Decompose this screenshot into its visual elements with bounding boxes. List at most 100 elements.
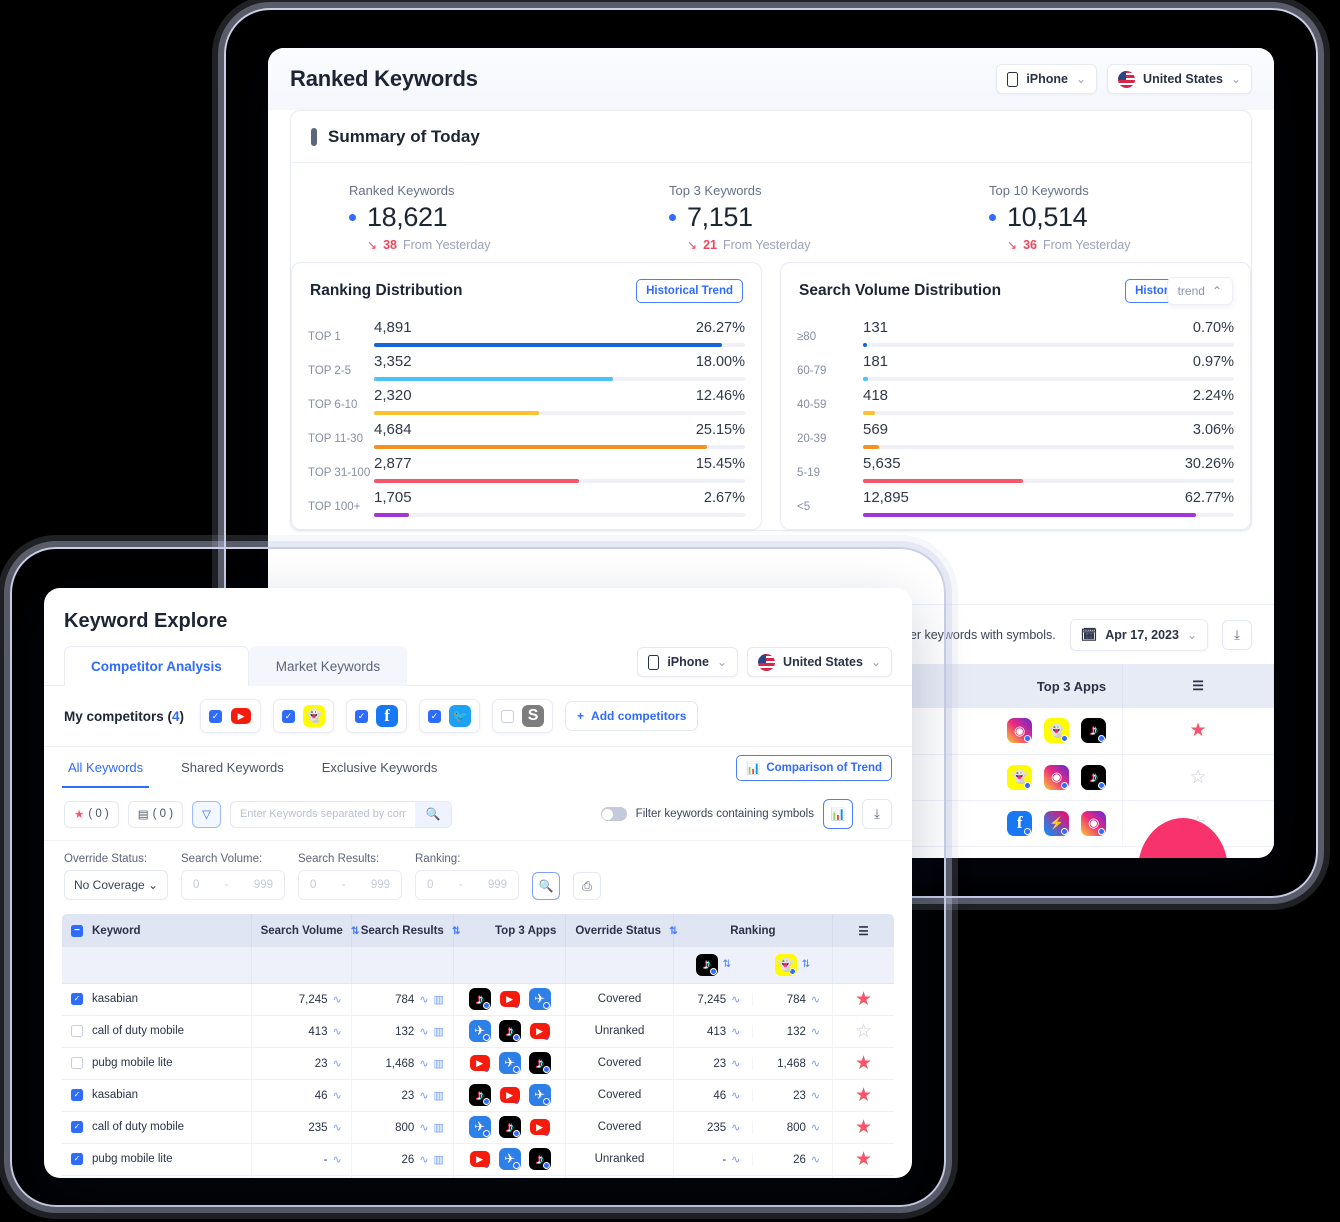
trend-collapse-button[interactable]: trend ⌃ — [1167, 277, 1233, 305]
star-icon[interactable]: ★ — [855, 1085, 872, 1106]
date-picker[interactable]: 🗓 Apr 17, 2023 ⌄ — [1070, 619, 1208, 651]
cell-star[interactable]: ★ — [833, 983, 894, 1015]
competitor-checkbox[interactable] — [282, 710, 295, 723]
competitor-chip-twitter[interactable] — [419, 699, 480, 733]
bg-col-menu[interactable]: ☰ — [1123, 664, 1274, 708]
star-icon[interactable]: ☆ — [855, 1021, 872, 1042]
row-checkbox[interactable] — [71, 1025, 83, 1037]
sparkline-icon[interactable]: ∿ — [731, 994, 740, 1006]
cell-star[interactable]: ☆ — [833, 1015, 894, 1047]
col-search-results[interactable]: Search Results ⇅ — [351, 914, 453, 947]
star-icon[interactable]: ★ — [855, 1117, 872, 1138]
competitor-chip-s-app[interactable] — [492, 699, 553, 733]
search-volume-range-input[interactable]: 0 - 999 — [181, 870, 285, 900]
search-input[interactable] — [231, 802, 415, 827]
add-competitors-button[interactable]: + Add competitors — [565, 701, 698, 731]
sparkline-icon[interactable]: ∿ — [333, 994, 342, 1006]
star-icon[interactable]: ★ — [855, 1149, 872, 1170]
col-search-volume[interactable]: Search Volume ⇅ — [251, 914, 351, 947]
competitor-checkbox[interactable] — [501, 710, 514, 723]
sparkline-icon[interactable]: ∿ — [419, 1090, 428, 1102]
row-checkbox[interactable] — [71, 1153, 83, 1165]
search-icon[interactable]: 🔍 — [415, 802, 451, 827]
table-row[interactable]: pubg mobile lite-∿26∿▥Unranked-∿26∿★ — [62, 1143, 894, 1175]
sparkline-icon[interactable]: ∿ — [811, 1122, 820, 1134]
star-icon[interactable]: ★ — [1190, 720, 1207, 741]
competitor-checkbox[interactable] — [428, 710, 441, 723]
device-selector[interactable]: iPhone ⌄ — [996, 64, 1097, 94]
competitor-checkbox[interactable] — [355, 710, 368, 723]
table-row[interactable]: pubg mobile lite23∿1,468∿▥Covered23∿1,46… — [62, 1047, 894, 1079]
star-icon[interactable]: ★ — [855, 1053, 872, 1074]
bar-chart-icon[interactable]: ▥ — [434, 1122, 444, 1134]
competitor-chip-facebook[interactable] — [346, 699, 407, 733]
apply-filters-button[interactable]: 🔍 — [532, 872, 560, 900]
sparkline-icon[interactable]: ∿ — [419, 1154, 428, 1166]
sparkline-icon[interactable]: ∿ — [333, 1090, 342, 1102]
table-row[interactable]: call of duty mobile235∿800∿▥Covered235∿8… — [62, 1111, 894, 1143]
col-override-status[interactable]: Override Status ⇅ — [566, 914, 673, 947]
cell-star[interactable]: ★ — [833, 1143, 894, 1175]
subtab-exclusive-keywords[interactable]: Exclusive Keywords — [318, 747, 442, 788]
cell-star[interactable]: ★ — [833, 1111, 894, 1143]
sparkline-icon[interactable]: ∿ — [811, 1026, 820, 1038]
table-row[interactable]: kasabian46∿23∿▥Covered46∿23∿★ — [62, 1079, 894, 1111]
sparkline-icon[interactable]: ∿ — [333, 1026, 342, 1038]
bar-chart-icon[interactable]: ▥ — [434, 1090, 444, 1102]
ranking-app-snapchat[interactable]: ⇅ — [753, 954, 832, 976]
table-row[interactable]: call of duty mobile413∿132∿▥Unranked413∿… — [62, 1015, 894, 1047]
keyword-search[interactable]: 🔍 — [230, 801, 452, 828]
device-selector[interactable]: iPhone ⌄ — [637, 647, 738, 677]
cell-star[interactable]: ☆ — [1123, 754, 1274, 800]
sparkline-icon[interactable]: ∿ — [419, 1122, 428, 1134]
col-menu[interactable]: ☰ — [833, 914, 894, 947]
sparkline-icon[interactable]: ∿ — [731, 1090, 740, 1102]
search-results-range-input[interactable]: 0 - 999 — [298, 870, 402, 900]
ranking-historical-trend-button[interactable]: Historical Trend — [636, 279, 743, 303]
ranking-range-input[interactable]: 0 - 999 — [415, 870, 519, 900]
row-checkbox[interactable] — [71, 1089, 83, 1101]
competitor-checkbox[interactable] — [209, 710, 222, 723]
sparkline-icon[interactable]: ∿ — [811, 1058, 820, 1070]
download-button[interactable]: ⤓ — [862, 799, 892, 829]
competitor-chip-snapchat[interactable] — [273, 699, 334, 733]
tab-competitor-analysis[interactable]: Competitor Analysis — [64, 646, 249, 686]
override-status-select[interactable]: No Coverage ⌄ — [64, 870, 168, 900]
cell-star[interactable]: ★ — [1123, 708, 1274, 754]
country-selector[interactable]: United States ⌄ — [1107, 64, 1252, 94]
bar-chart-icon[interactable]: ▥ — [434, 1154, 444, 1166]
sparkline-icon[interactable]: ∿ — [731, 1058, 740, 1070]
subtab-all-keywords[interactable]: All Keywords — [64, 747, 147, 788]
layers-filter-button[interactable]: ▤ ( 0 ) — [128, 801, 183, 828]
symbols-containing-toggle[interactable] — [601, 807, 627, 821]
sparkline-icon[interactable]: ∿ — [333, 1058, 342, 1070]
download-button[interactable]: ⤓ — [1222, 620, 1252, 650]
star-icon[interactable]: ☆ — [1190, 767, 1207, 788]
funnel-filter-button[interactable]: ▽ — [192, 801, 221, 828]
competitor-chip-youtube[interactable] — [200, 699, 261, 733]
table-row[interactable]: kasabian4,567∿784∿▥Unranked4,567∿784∿★ — [62, 1175, 894, 1178]
sparkline-icon[interactable]: ∿ — [811, 1154, 820, 1166]
sparkline-icon[interactable]: ∿ — [333, 1122, 342, 1134]
sparkline-icon[interactable]: ∿ — [731, 1026, 740, 1038]
starred-filter-button[interactable]: ★ ( 0 ) — [64, 801, 119, 828]
bar-chart-icon[interactable]: ▥ — [434, 1026, 444, 1038]
sparkline-icon[interactable]: ∿ — [811, 994, 820, 1006]
sparkline-icon[interactable]: ∿ — [811, 1090, 820, 1102]
reset-filters-button[interactable]: ⎙ — [573, 872, 601, 900]
row-checkbox[interactable] — [71, 1121, 83, 1133]
bar-chart-icon[interactable]: ▥ — [434, 994, 444, 1006]
table-row[interactable]: kasabian7,245∿784∿▥Covered7,245∿784∿★ — [62, 983, 894, 1015]
cell-star[interactable]: ★ — [833, 1175, 894, 1178]
sparkline-icon[interactable]: ∿ — [419, 994, 428, 1006]
sparkline-icon[interactable]: ∿ — [731, 1154, 740, 1166]
sparkline-icon[interactable]: ∿ — [731, 1122, 740, 1134]
comparison-of-trend-button[interactable]: 📊 Comparison of Trend — [736, 755, 892, 781]
row-checkbox[interactable] — [71, 993, 83, 1005]
row-checkbox[interactable] — [71, 1057, 83, 1069]
star-icon[interactable]: ★ — [855, 989, 872, 1010]
country-selector[interactable]: United States ⌄ — [747, 647, 892, 677]
sparkline-icon[interactable]: ∿ — [419, 1058, 428, 1070]
ranking-app-tiktok[interactable]: ⇅ — [674, 954, 753, 976]
bar-chart-icon[interactable]: ▥ — [434, 1058, 444, 1070]
